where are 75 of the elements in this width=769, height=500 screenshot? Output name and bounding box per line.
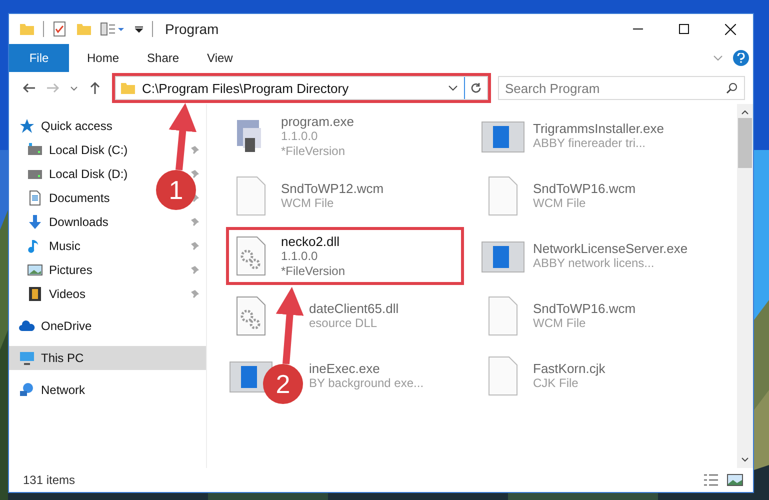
file-detail: *FileVersion: [281, 264, 346, 278]
file-name[interactable]: necko2.dll: [281, 234, 340, 248]
ribbon-tab[interactable]: Share: [133, 44, 194, 72]
file-detail: ABBY network licens...: [533, 256, 654, 271]
step-badge: 1: [156, 170, 196, 210]
file-name[interactable]: program.exe: [281, 114, 354, 128]
sidebar-item[interactable]: Videos: [49, 287, 86, 301]
scroll-up-icon[interactable]: [741, 108, 749, 116]
chevron-down-icon[interactable]: [448, 83, 458, 93]
drive-icon: [27, 142, 43, 158]
ribbon-tab[interactable]: View: [193, 44, 247, 72]
file-detail: 1.1.0.0: [281, 248, 318, 264]
folder-icon: [19, 21, 35, 37]
file-name[interactable]: dateClient65.dll: [309, 301, 399, 316]
dropdown-icon[interactable]: [134, 24, 144, 34]
properties-icon[interactable]: [52, 21, 68, 37]
sidebar-item[interactable]: Documents: [49, 191, 110, 205]
pin-icon[interactable]: [190, 169, 200, 179]
file-name[interactable]: ineExec.exe: [309, 361, 380, 376]
annotation-arrow: [168, 103, 197, 170]
sidebar-item[interactable]: OneDrive: [41, 319, 92, 333]
film-icon: [27, 286, 43, 302]
scrollbar-thumb[interactable]: [738, 118, 752, 168]
address-bar[interactable]: C:\Program Files\Program Directory: [115, 76, 488, 100]
help-icon[interactable]: [733, 50, 749, 66]
file-name[interactable]: NetworkLicenseServer.exe: [533, 241, 688, 256]
expand-ribbon-icon[interactable]: [713, 54, 723, 62]
sidebar-item[interactable]: Local Disk (C:): [49, 143, 128, 157]
file-detail: ABBY finereader tri...: [533, 136, 646, 151]
highlighted-file-item[interactable]: necko2.dll 1.1.0.0 *FileVersion: [225, 226, 465, 286]
file-name[interactable]: FastKorn.cjk: [533, 361, 606, 376]
scrollbar[interactable]: [737, 104, 753, 468]
selected-sidebar-row[interactable]: This PC: [9, 346, 206, 370]
refresh-icon[interactable]: [470, 82, 482, 94]
search-field[interactable]: Search Program: [498, 76, 745, 100]
file-detail: 1.1.0.0: [281, 128, 318, 144]
file-detail: WCM File: [281, 196, 334, 211]
folder-icon: [76, 21, 92, 37]
file-detail: BY background exe...: [309, 376, 424, 391]
file-detail: CJK File: [533, 376, 578, 391]
sidebar-item[interactable]: Quick access: [41, 119, 112, 133]
sidebar-item[interactable]: Downloads: [49, 215, 108, 229]
monitor-icon: [19, 350, 35, 366]
document-icon: [27, 190, 43, 206]
sidebar-item[interactable]: Local Disk (D:): [49, 167, 128, 181]
pictures-icon: [27, 262, 43, 278]
item-count: 131 items: [23, 473, 76, 487]
file-name[interactable]: SndToWP12.wcm: [281, 181, 384, 196]
search-icon[interactable]: [726, 82, 738, 94]
sidebar-item[interactable]: Network: [41, 383, 86, 397]
file-detail: WCM File: [533, 196, 586, 211]
download-arrow-icon: [27, 214, 43, 230]
window-title: Program: [165, 21, 219, 37]
large-icons-view-icon[interactable]: [727, 474, 743, 486]
ribbon-tab[interactable]: Home: [73, 44, 134, 72]
file-detail: *FileVersion: [281, 144, 346, 158]
file-name[interactable]: SndToWP16.wcm: [533, 181, 636, 196]
sidebar-item[interactable]: Pictures: [49, 263, 92, 277]
customize-toolbar-icon[interactable]: [100, 21, 126, 37]
file-name[interactable]: TrigrammsInstaller.exe: [533, 121, 664, 136]
file-name[interactable]: SndToWP16.wcm: [533, 301, 636, 316]
sidebar-item[interactable]: This PC: [41, 351, 84, 365]
network-globe-icon: [19, 382, 35, 398]
scroll-down-icon[interactable]: [741, 456, 749, 464]
file-detail: esource DLL: [309, 316, 378, 331]
folder-icon: [120, 80, 136, 96]
sidebar-item[interactable]: Music: [49, 239, 80, 253]
details-view-icon[interactable]: [703, 474, 719, 486]
step-badge: 2: [263, 364, 303, 404]
file-detail: WCM File: [533, 316, 586, 331]
file-tab[interactable]: File: [9, 44, 69, 72]
star-icon: [19, 118, 35, 134]
close-icon[interactable]: [724, 24, 736, 34]
maximize-icon[interactable]: [679, 24, 689, 34]
cloud-icon: [19, 318, 35, 334]
